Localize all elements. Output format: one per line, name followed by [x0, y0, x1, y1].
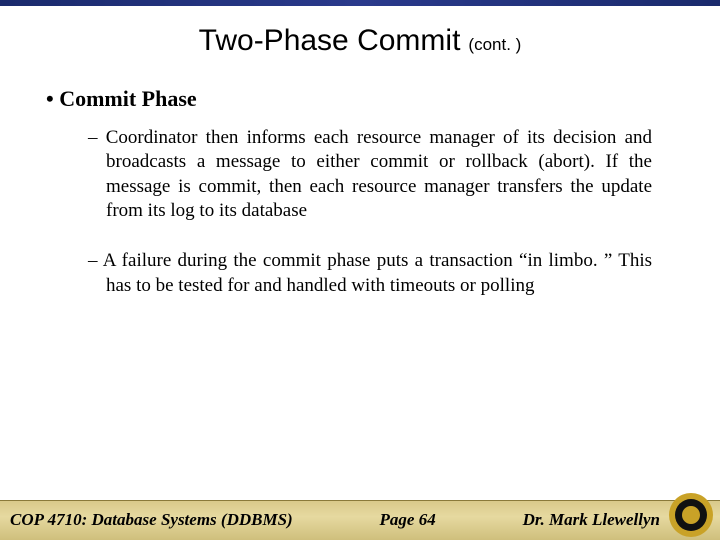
bullet-level1: Commit Phase	[28, 86, 692, 112]
title-continuation: (cont. )	[468, 35, 521, 54]
slide-body: Two-Phase Commit (cont. ) Commit Phase C…	[0, 6, 720, 298]
ucf-logo-icon	[668, 492, 714, 538]
bullet-level2-item: Coordinator then informs each resource m…	[106, 126, 652, 223]
title-main: Two-Phase Commit	[199, 24, 461, 57]
footer-course: COP 4710: Database Systems (DDBMS)	[0, 510, 293, 530]
slide-title: Two-Phase Commit (cont. )	[28, 24, 692, 58]
bullet-level2-item: A failure during the commit phase puts a…	[106, 249, 652, 298]
footer-page: Page 64	[293, 510, 523, 530]
slide-footer: COP 4710: Database Systems (DDBMS) Page …	[0, 500, 720, 540]
